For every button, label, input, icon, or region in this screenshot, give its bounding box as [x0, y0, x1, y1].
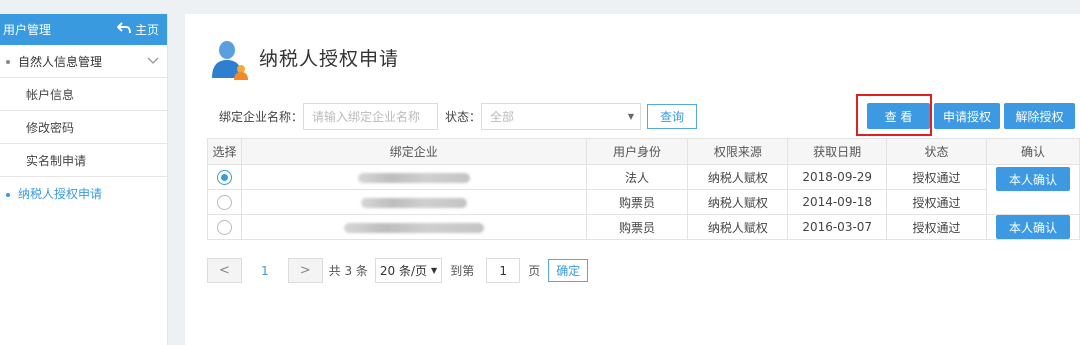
source-cell: 纳税人赋权: [687, 214, 789, 240]
sidebar-item-label: 纳税人授权申请: [18, 187, 103, 201]
blurred-company-name: [360, 197, 467, 208]
chevron-down-icon: [147, 54, 159, 68]
sidebar-item-label: 帐户信息: [26, 87, 75, 102]
caret-down-icon: ▼: [431, 266, 438, 275]
company-search-placeholder: 请输入绑定企业名称: [312, 110, 421, 124]
filter-bar: 绑定企业名称： 请输入绑定企业名称 状态： 全部 ▼ 查询: [219, 103, 698, 130]
column-header-date: 获取日期: [787, 138, 888, 165]
sidebar-item-account-info[interactable]: 帐户信息: [0, 78, 167, 111]
date-cell: 2016-03-07: [787, 214, 888, 240]
row-radio[interactable]: [216, 194, 232, 210]
table-header-row: 选择 绑定企业 用户身份 权限来源 获取日期 状态 确认: [207, 138, 1080, 165]
home-label: 主页: [134, 23, 159, 37]
home-link[interactable]: 主页: [116, 21, 159, 38]
status-select-value: 全部: [490, 110, 515, 124]
confirm-button[interactable]: 本人确认: [995, 167, 1070, 191]
status-cell: 授权通过: [886, 214, 987, 240]
next-page-button[interactable]: >: [287, 258, 323, 283]
current-page-number[interactable]: 1: [261, 264, 269, 278]
page-title: 纳税人授权申请: [259, 48, 400, 70]
column-header-select: 选择: [207, 138, 242, 165]
sidebar-header: 用户管理 主页: [0, 14, 167, 45]
page-size-select[interactable]: 20 条/页 ▼: [374, 258, 443, 283]
table-row: 法人 纳税人赋权 2018-09-29 授权通过 本人确认: [207, 164, 1080, 215]
column-header-company: 绑定企业: [240, 138, 587, 165]
sidebar-item-change-password[interactable]: 修改密码: [0, 111, 167, 144]
company-filter-label: 绑定企业名称：: [219, 110, 304, 124]
row-radio[interactable]: [216, 219, 232, 235]
column-header-source: 权限来源: [687, 138, 789, 165]
table-row: 购票员 纳税人赋权 2014-09-18 授权通过: [207, 189, 1080, 215]
date-cell: 2018-09-29: [787, 164, 888, 190]
identity-cell: 购票员: [585, 214, 689, 240]
company-search-input[interactable]: 请输入绑定企业名称: [303, 103, 439, 130]
bullet-icon: [6, 192, 10, 197]
date-cell: 2014-09-18: [787, 189, 888, 215]
sidebar-item-real-name[interactable]: 实名制申请: [0, 144, 167, 177]
status-cell: 授权通过: [886, 189, 987, 215]
status-select[interactable]: 全部 ▼: [481, 103, 642, 130]
sidebar-item-label: 修改密码: [26, 120, 75, 135]
pagination: < 1 > 共 3 条 20 条/页 ▼ 到第 1 页 确定: [207, 258, 589, 283]
goto-label: 到第: [450, 264, 475, 278]
row-radio-selected[interactable]: [216, 169, 232, 185]
status-filter-label: 状态：: [445, 110, 482, 124]
source-cell: 纳税人赋权: [687, 164, 789, 190]
page-header: 纳税人授权申请: [209, 38, 399, 83]
user-avatar-icon: [209, 38, 249, 83]
authorization-table: 选择 绑定企业 用户身份 权限来源 获取日期 状态 确认 法人 纳税人赋权 20…: [207, 138, 1080, 240]
status-cell: 授权通过: [886, 164, 987, 190]
sidebar-title: 用户管理: [3, 23, 52, 37]
view-button-highlight: [856, 94, 932, 136]
page-unit-label: 页: [528, 264, 541, 278]
sidebar-item-label: 自然人信息管理: [18, 54, 103, 69]
column-header-confirm: 确认: [985, 138, 1080, 165]
page-size-value: 20 条/页: [379, 264, 428, 278]
prev-page-button[interactable]: <: [207, 258, 242, 283]
sidebar: 用户管理 主页 自然人信息管理 帐户信息 修改密码 实名制申请 纳税人授权申请: [0, 14, 168, 345]
sidebar-item-natural-person[interactable]: 自然人信息管理: [0, 45, 167, 78]
source-cell: 纳税人赋权: [687, 189, 789, 215]
bullet-icon: [6, 60, 10, 64]
total-count: 共 3 条: [328, 264, 368, 278]
back-arrow-icon: [116, 22, 131, 37]
revoke-auth-button[interactable]: 解除授权: [1004, 103, 1075, 129]
column-header-identity: 用户身份: [585, 138, 689, 165]
identity-cell: 购票员: [585, 189, 689, 215]
confirm-button[interactable]: 本人确认: [995, 215, 1070, 239]
main-panel: 纳税人授权申请 绑定企业名称： 请输入绑定企业名称 状态： 全部 ▼ 查询 查 …: [185, 14, 1080, 345]
identity-cell: 法人: [585, 164, 689, 190]
goto-page-input[interactable]: 1: [486, 258, 521, 283]
caret-down-icon: ▼: [627, 112, 635, 121]
table-row: 购票员 纳税人赋权 2016-03-07 授权通过 本人确认: [207, 214, 1080, 240]
blurred-company-name: [357, 172, 470, 183]
sidebar-item-taxpayer-auth[interactable]: 纳税人授权申请: [0, 177, 167, 210]
apply-auth-button[interactable]: 申请授权: [934, 103, 1000, 129]
goto-confirm-button[interactable]: 确定: [548, 259, 589, 282]
query-button[interactable]: 查询: [647, 104, 698, 129]
blurred-company-name: [343, 222, 484, 233]
column-header-status: 状态: [886, 138, 987, 165]
sidebar-item-label: 实名制申请: [26, 153, 87, 168]
